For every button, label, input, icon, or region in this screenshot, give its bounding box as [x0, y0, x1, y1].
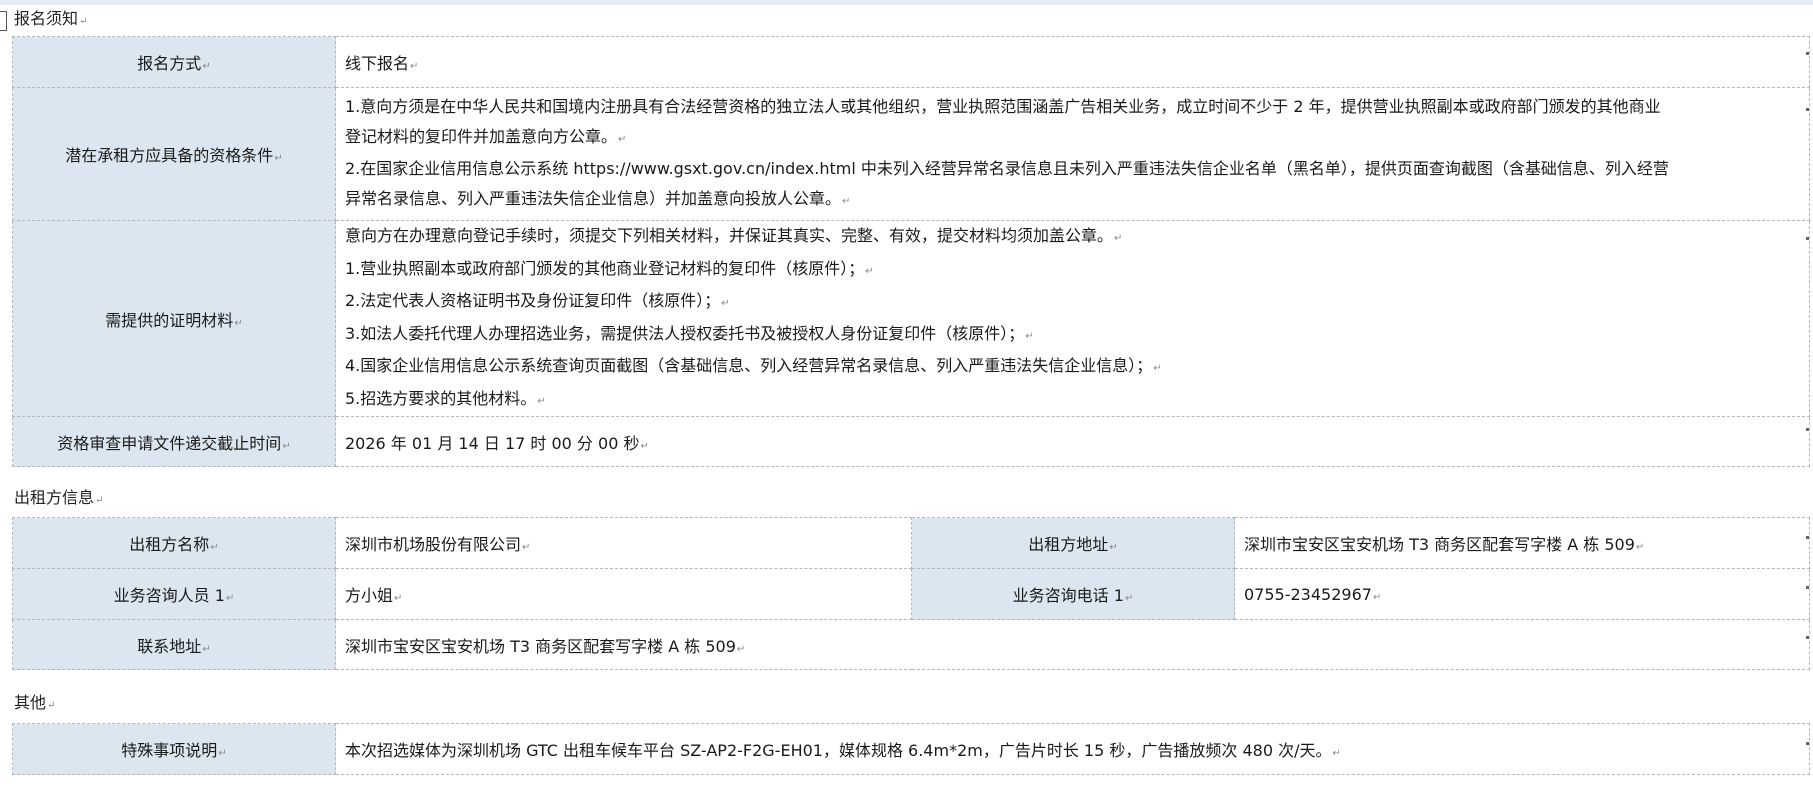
row-end-marker	[1806, 237, 1809, 240]
documents-line: 意向方在办理意向登记手续时，须提交下列相关材料，并保证其真实、完整、有效，提交材…	[345, 226, 1123, 245]
contact-address-value: 深圳市宝安区宝安机场 T3 商务区配套写字楼 A 栋 509↵	[335, 619, 1810, 670]
row-end-marker	[1806, 108, 1809, 111]
notice-table: 报名方式↵ 线下报名↵ 潜在承租方应具备的资格条件↵ 1.意向方须是在中华人民共…	[12, 36, 1810, 467]
row-contact-address: 联系地址↵ 深圳市宝安区宝安机场 T3 商务区配套写字楼 A 栋 509↵	[12, 619, 1810, 670]
qualification-value: 1.意向方须是在中华人民共和国境内注册具有合法经营资格的独立法人或其他组织，营业…	[335, 87, 1810, 221]
row-contact: 业务咨询人员 1↵ 方小姐↵ 业务咨询电话 1↵ 0755-23452967↵	[12, 568, 1810, 620]
documents-line: 4.国家企业信用信息公示系统查询页面截图（含基础信息、列入经营异常名录信息、列入…	[345, 356, 1162, 375]
contact-phone-label: 业务咨询电话 1↵	[911, 568, 1235, 620]
lessor-name-label: 出租方名称↵	[12, 517, 336, 569]
row-deadline: 资格审查申请文件递交截止时间↵ 2026 年 01 月 14 日 17 时 00…	[12, 416, 1810, 467]
row-end-marker	[1806, 428, 1809, 431]
row-documents: 需提供的证明材料↵ 意向方在办理意向登记手续时，须提交下列相关材料，并保证其真实…	[12, 220, 1810, 417]
qualification-line-3: 2.在国家企业信用信息公示系统 https://www.gsxt.gov.cn/…	[345, 159, 1669, 178]
row-end-marker	[1806, 742, 1809, 745]
deadline-label: 资格审查申请文件递交截止时间↵	[12, 416, 336, 467]
row-end-marker	[1806, 52, 1809, 55]
lessor-address-label: 出租方地址↵	[911, 517, 1235, 569]
documents-line: 5.招选方要求的其他材料。↵	[345, 388, 546, 408]
section-title-notice: 报名须知↵	[14, 9, 88, 28]
lessor-name-value: 深圳市机场股份有限公司↵	[335, 517, 912, 569]
documents-value: 意向方在办理意向登记手续时，须提交下列相关材料，并保证其真实、完整、有效，提交材…	[335, 220, 1810, 417]
special-value: 本次招选媒体为深圳机场 GTC 出租车候车平台 SZ-AP2-F2G-EH01，…	[335, 723, 1810, 775]
section-title-lessor: 出租方信息↵	[14, 488, 104, 507]
row-end-marker	[1806, 586, 1809, 589]
section-title-other: 其他↵	[14, 693, 56, 712]
row-qualification: 潜在承租方应具备的资格条件↵ 1.意向方须是在中华人民共和国境内注册具有合法经营…	[12, 87, 1810, 221]
qualification-line-4: 异常名录信息、列入严重违法失信企业信息）并加盖意向投放人公章。↵	[345, 188, 851, 208]
documents-line: 1.营业执照副本或政府部门颁发的其他商业登记材料的复印件（核原件）；↵	[345, 258, 874, 278]
method-value: 线下报名↵	[335, 36, 1810, 88]
qualification-label: 潜在承租方应具备的资格条件↵	[12, 87, 336, 221]
documents-label: 需提供的证明材料↵	[12, 220, 336, 417]
lessor-table: 出租方名称↵ 深圳市机场股份有限公司↵ 出租方地址↵ 深圳市宝安区宝安机场 T3…	[12, 517, 1810, 670]
row-lessor-name: 出租方名称↵ 深圳市机场股份有限公司↵ 出租方地址↵ 深圳市宝安区宝安机场 T3…	[12, 517, 1810, 569]
contact-address-label: 联系地址↵	[12, 619, 336, 670]
other-table: 特殊事项说明↵ 本次招选媒体为深圳机场 GTC 出租车候车平台 SZ-AP2-F…	[12, 723, 1810, 775]
documents-line: 2.法定代表人资格证明书及身份证复印件（核原件）；↵	[345, 291, 730, 310]
qualification-line-1: 1.意向方须是在中华人民共和国境内注册具有合法经营资格的独立法人或其他组织，营业…	[345, 97, 1661, 116]
qualification-line-2: 登记材料的复印件并加盖意向方公章。↵	[345, 126, 627, 146]
row-special: 特殊事项说明↵ 本次招选媒体为深圳机场 GTC 出租车候车平台 SZ-AP2-F…	[12, 723, 1810, 775]
document-page: 报名须知↵ 报名方式↵ 线下报名↵ 潜在承租方应具备的资格条件↵ 1.意向方须是…	[0, 0, 1813, 785]
margin-marker	[0, 11, 7, 31]
row-method: 报名方式↵ 线下报名↵	[12, 36, 1810, 88]
contact-person-value: 方小姐↵	[335, 568, 912, 620]
lessor-address-value: 深圳市宝安区宝安机场 T3 商务区配套写字楼 A 栋 509↵	[1234, 517, 1810, 569]
contact-phone-value: 0755-23452967↵	[1234, 568, 1810, 620]
documents-line: 3.如法人委托代理人办理招选业务，需提供法人授权委托书及被授权人身份证复印件（核…	[345, 323, 1034, 343]
row-end-marker	[1806, 536, 1809, 539]
deadline-value: 2026 年 01 月 14 日 17 时 00 分 00 秒↵	[335, 416, 1810, 467]
contact-person-label: 业务咨询人员 1↵	[12, 568, 336, 620]
method-label: 报名方式↵	[12, 36, 336, 88]
row-end-marker	[1806, 636, 1809, 639]
special-label: 特殊事项说明↵	[12, 723, 336, 775]
